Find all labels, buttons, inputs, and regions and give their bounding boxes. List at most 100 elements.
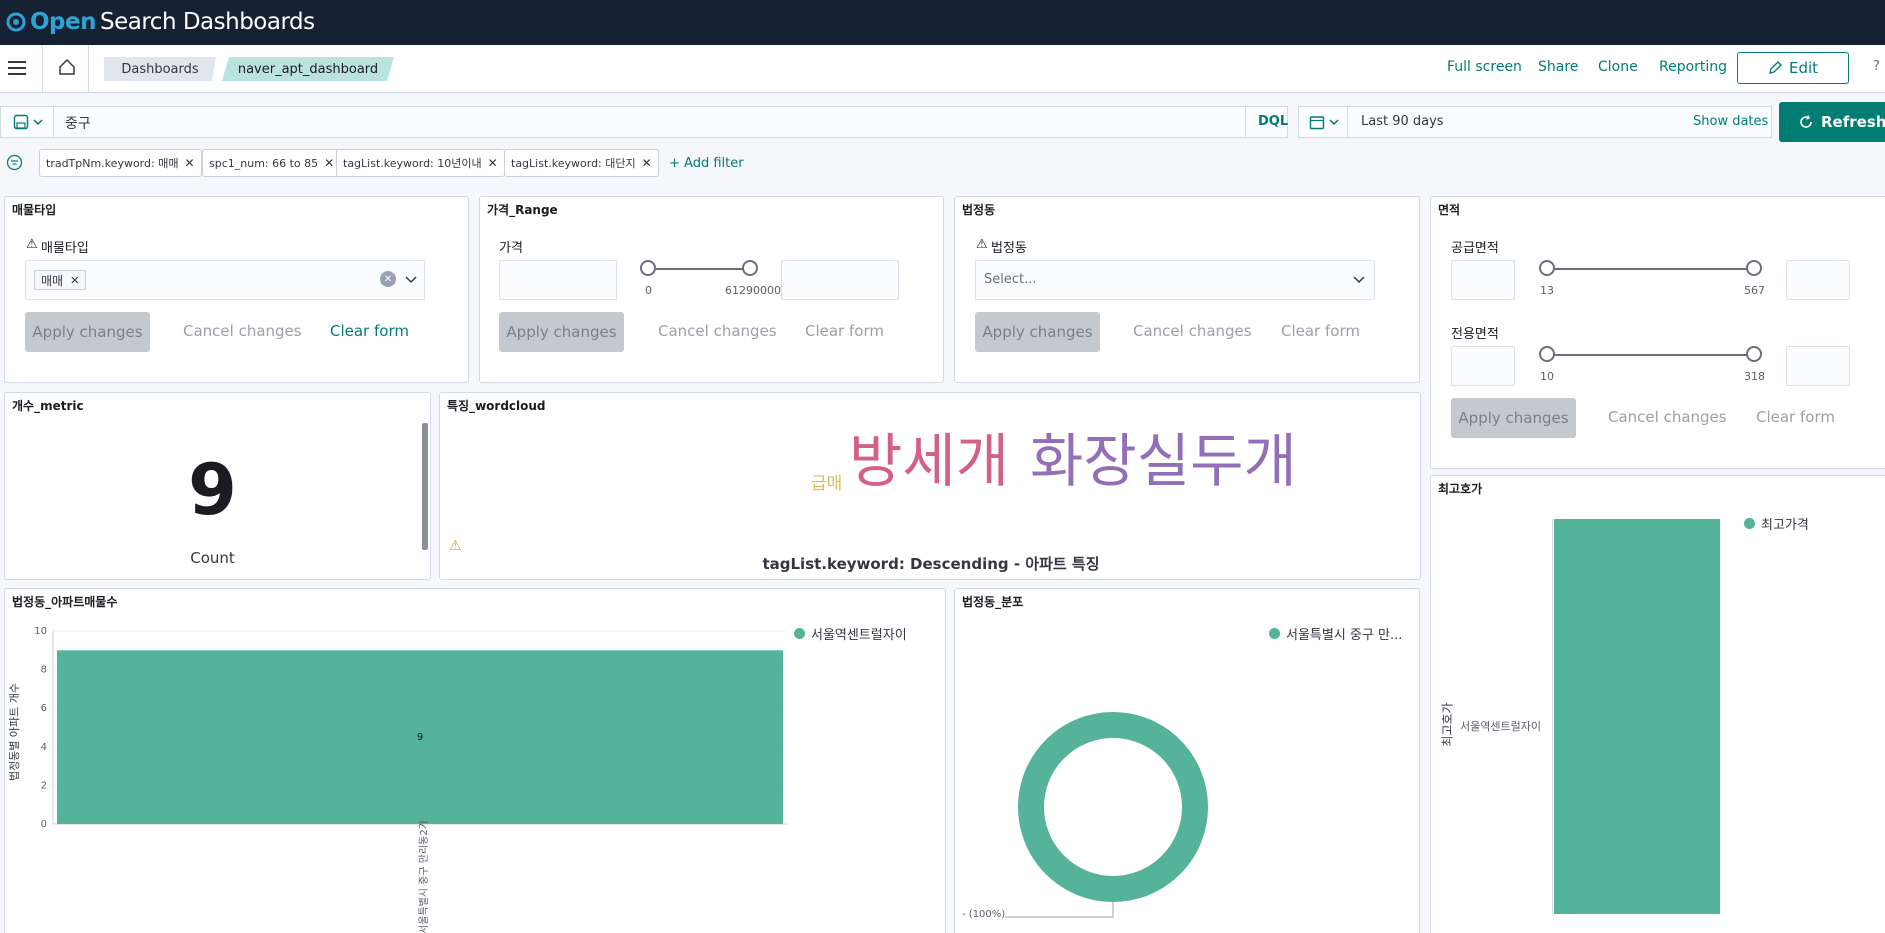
cancel-button[interactable]: Cancel changes xyxy=(1608,408,1727,426)
panel-title: 특징_wordcloud xyxy=(447,399,546,413)
remove-icon[interactable]: ✕ xyxy=(70,274,79,287)
exclusive-max-tick: 318 xyxy=(1744,370,1765,383)
legend-item[interactable]: 서울역센트럴자이 xyxy=(794,624,907,643)
share-link[interactable]: Share xyxy=(1538,59,1578,75)
legend-dot xyxy=(794,628,805,639)
app-logo[interactable]: Open Search Dashboards xyxy=(6,7,315,37)
supply-slider-track xyxy=(1547,268,1754,270)
close-icon[interactable]: ✕ xyxy=(488,156,498,170)
cancel-button[interactable]: Cancel changes xyxy=(1133,322,1252,340)
opensearch-logo-icon xyxy=(6,12,26,32)
filter-menu-icon[interactable] xyxy=(6,154,23,175)
x-tick-label: 서울특별시 중구 만리동2가 xyxy=(419,820,430,933)
y-category-label: 서울역센트럴자이 xyxy=(1460,720,1541,733)
supply-max-tick: 567 xyxy=(1744,284,1765,297)
supply-max-input[interactable] xyxy=(1786,260,1850,300)
filter-chip[interactable]: tagList.keyword: 대단지 ✕ xyxy=(504,149,659,177)
time-divider xyxy=(1347,107,1348,137)
panel-area: 면적 공급면적 13 567 전용면적 10 318 Apply changes… xyxy=(1430,196,1885,469)
word-item[interactable]: 급매 xyxy=(811,469,842,494)
district-combobox[interactable]: Select... xyxy=(975,260,1375,300)
y-tick-label: 10 xyxy=(34,626,47,637)
panel-apt-count-bar: 법정동_아파트매물수 0 2 4 6 8 10 9 서울역센트럴자이 법정동별 아파트 개수… xyxy=(4,588,946,933)
panel-title: 매물타입 xyxy=(12,203,57,217)
filter-chip[interactable]: tagList.keyword: 10년이내 ✕ xyxy=(336,149,505,177)
price-max-input[interactable] xyxy=(781,260,899,300)
clear-form-button[interactable]: Clear form xyxy=(805,322,884,340)
type-combobox[interactable]: 매매 ✕ ✕ xyxy=(25,260,425,300)
warning-icon[interactable]: ⚠ xyxy=(449,538,462,554)
reporting-link[interactable]: Reporting xyxy=(1659,59,1727,75)
chevron-down-icon xyxy=(1329,119,1339,126)
search-input[interactable]: 중구 xyxy=(65,113,91,133)
panel-title: 법정동 xyxy=(962,203,996,217)
apply-button[interactable]: Apply changes xyxy=(1451,398,1576,438)
supply-min-input[interactable] xyxy=(1451,260,1515,300)
filter-chip[interactable]: spc1_num: 66 to 85 ✕ xyxy=(202,149,342,177)
show-dates-link[interactable]: Show dates xyxy=(1693,114,1768,129)
search-divider xyxy=(1245,107,1246,137)
bar-value-label: 9 xyxy=(417,732,423,743)
exclusive-max-handle[interactable] xyxy=(1746,346,1762,362)
wordcloud-caption: tagList.keyword: Descending - 아파트 특징 xyxy=(762,555,1100,573)
menu-icon[interactable] xyxy=(8,59,28,81)
y-tick-label: 2 xyxy=(41,780,47,791)
cancel-button[interactable]: Cancel changes xyxy=(183,322,302,340)
y-axis-label: 법정동별 아파트 개수 xyxy=(8,682,22,782)
breadcrumb-current[interactable]: naver_apt_dashboard xyxy=(222,57,394,81)
clear-form-button[interactable]: Clear form xyxy=(1281,322,1360,340)
nav-divider xyxy=(88,45,89,93)
word-item[interactable]: 방세개 xyxy=(849,427,1009,497)
supply-max-handle[interactable] xyxy=(1746,260,1762,276)
refresh-label: Refresh xyxy=(1821,113,1885,131)
help-icon[interactable]: ? xyxy=(1873,59,1880,74)
filter-label: tradTpNm.keyword: 매매 xyxy=(46,157,179,170)
apply-button[interactable]: Apply changes xyxy=(499,312,624,352)
max-price-bar[interactable] xyxy=(1554,519,1720,914)
home-icon[interactable] xyxy=(58,58,76,80)
apply-button[interactable]: Apply changes xyxy=(975,312,1100,352)
apply-button[interactable]: Apply changes xyxy=(25,312,150,352)
filter-chip[interactable]: tradTpNm.keyword: 매매 ✕ xyxy=(39,149,202,177)
quick-menu-button[interactable] xyxy=(1309,114,1339,130)
price-max-handle[interactable] xyxy=(742,260,758,276)
chevron-down-icon[interactable] xyxy=(404,275,418,285)
time-range-text[interactable]: Last 90 days xyxy=(1361,114,1444,129)
clear-form-button[interactable]: Clear form xyxy=(1756,408,1835,426)
saved-query-button[interactable] xyxy=(13,114,43,130)
clear-form-button[interactable]: Clear form xyxy=(330,322,409,340)
refresh-icon xyxy=(1800,115,1812,128)
full-screen-link[interactable]: Full screen xyxy=(1447,59,1522,75)
legend-item[interactable]: 서울특별시 중구 만... xyxy=(1269,624,1402,643)
cancel-button[interactable]: Cancel changes xyxy=(658,322,777,340)
exclusive-min-handle[interactable] xyxy=(1539,346,1555,362)
exclusive-min-input[interactable] xyxy=(1451,346,1515,386)
exclusive-max-input[interactable] xyxy=(1786,346,1850,386)
price-max-tick: 61290000 xyxy=(725,284,781,297)
chevron-down-icon[interactable] xyxy=(1352,275,1366,285)
nav-bar: Dashboards naver_apt_dashboard Full scre… xyxy=(0,45,1885,93)
price-min-input[interactable] xyxy=(499,260,617,300)
scrollbar[interactable] xyxy=(422,423,428,550)
y-axis-label: 최고호가 xyxy=(1440,702,1455,747)
query-language-button[interactable]: DQL xyxy=(1258,114,1288,129)
brand-rest: Search Dashboards xyxy=(100,9,315,35)
breadcrumb-dashboards[interactable]: Dashboards xyxy=(104,57,216,81)
filter-label: spc1_num: 66 to 85 xyxy=(209,156,319,170)
supply-min-handle[interactable] xyxy=(1539,260,1555,276)
pie-slice[interactable] xyxy=(1018,712,1208,902)
price-min-handle[interactable] xyxy=(640,260,656,276)
selected-value: 매매 xyxy=(41,273,64,288)
refresh-button[interactable]: Refresh xyxy=(1779,102,1885,142)
clear-icon[interactable]: ✕ xyxy=(380,271,396,287)
close-icon[interactable]: ✕ xyxy=(184,156,194,170)
add-filter-link[interactable]: + Add filter xyxy=(669,156,744,171)
clone-link[interactable]: Clone xyxy=(1598,59,1638,75)
panel-district-pie: 법정동_분포 서울특별시 중구 만... - (100%) xyxy=(954,588,1420,933)
close-icon[interactable]: ✕ xyxy=(642,156,652,170)
edit-button[interactable]: Edit xyxy=(1737,52,1849,84)
legend-item[interactable]: 최고가격 xyxy=(1744,514,1809,533)
word-item[interactable]: 화장실두개 xyxy=(1030,427,1297,497)
chevron-down-icon xyxy=(33,119,43,126)
close-icon[interactable]: ✕ xyxy=(324,156,334,170)
